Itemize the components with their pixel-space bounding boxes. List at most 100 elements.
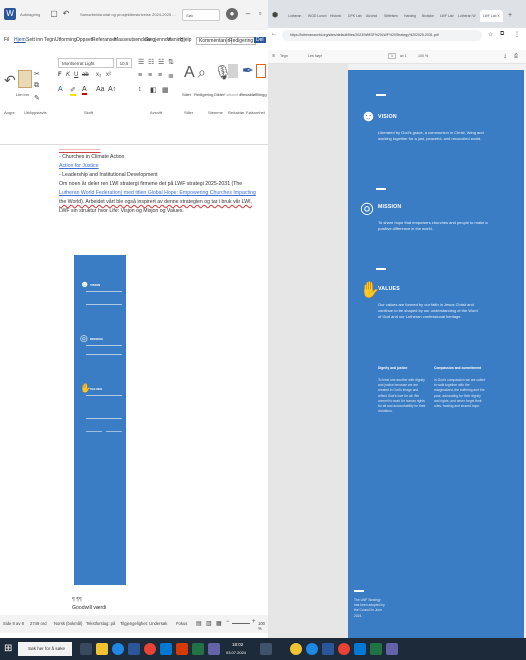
undo-icon[interactable]: ↶ [60, 8, 72, 20]
restore-icon[interactable]: ▫ [254, 8, 266, 20]
undo-ribbon-icon[interactable]: ↶ [4, 72, 16, 89]
italic-icon[interactable]: K [66, 72, 70, 78]
notification-icon[interactable] [260, 643, 272, 655]
start-icon[interactable]: ⊞ [4, 643, 16, 655]
accessibility-status[interactable]: Tilgjengelighet: Undersøk [120, 621, 167, 626]
search-input[interactable]: Søk [182, 9, 220, 21]
focus-button[interactable]: Fokus [176, 621, 187, 626]
browser-tab[interactable]: DPK Lab [348, 10, 362, 22]
extensions-icon[interactable]: ⧉ [500, 31, 504, 38]
highlight-icon[interactable]: ✐ [70, 86, 76, 96]
minimize-icon[interactable]: – [242, 8, 254, 20]
sort-icon[interactable]: ⇅ [168, 58, 174, 66]
bookmark-icon[interactable]: ☆ [488, 31, 493, 38]
chrome-icon[interactable] [144, 643, 156, 655]
cut-icon[interactable]: ✂ [34, 70, 40, 78]
multilevel-list-icon[interactable]: ☱ [158, 58, 164, 66]
align-left-icon[interactable]: ≡ [138, 72, 142, 79]
bullets-icon[interactable]: ☰ [138, 58, 144, 66]
pdf-contents-icon[interactable]: ☰ [272, 54, 275, 58]
browser-logo-icon[interactable]: ⬢ [272, 10, 278, 22]
sensitivity-icon[interactable] [228, 64, 238, 78]
language-status[interactable]: Norsk (bokmål) [54, 621, 82, 626]
pinned-app-icon[interactable] [370, 643, 382, 655]
styles-icon[interactable]: A [184, 64, 195, 82]
edge-icon[interactable] [112, 643, 124, 655]
zoom-slider[interactable] [232, 623, 250, 624]
browser-tab[interactable]: Stiftelsen [384, 10, 398, 22]
superscript-icon[interactable]: x² [106, 72, 111, 78]
bold-icon[interactable]: F [58, 72, 62, 78]
browser-tab[interactable]: Lutheran [288, 10, 301, 22]
addins-icon[interactable] [256, 64, 266, 78]
format-painter-icon[interactable]: ✎ [34, 94, 40, 102]
zoom-out-icon[interactable]: − [226, 619, 230, 625]
document-canvas[interactable]: ———————— - Churches in Climate Action Ac… [0, 145, 268, 611]
zoom-level[interactable]: 100 % [258, 621, 268, 631]
line-spacing-icon[interactable]: ↕ [138, 86, 142, 93]
embedded-strategy-image[interactable]: ☻ VISION ◎ MISSION ✋ VALUES [74, 255, 126, 585]
word-taskbar-icon[interactable] [128, 643, 140, 655]
share-button[interactable]: Del [254, 37, 266, 43]
task-view-icon[interactable] [80, 643, 92, 655]
pinned-app-icon[interactable] [338, 643, 350, 655]
pdf-print-icon[interactable]: ⎙ [514, 53, 518, 59]
editing-button[interactable]: Redigering [226, 37, 257, 45]
teams-icon[interactable] [208, 643, 220, 655]
doc-line[interactable]: Lutheran World Federation) med titlen Gl… [59, 190, 256, 196]
paste-icon[interactable] [18, 70, 32, 88]
browser-tab-active[interactable]: LWF Lab X [480, 10, 503, 22]
zoom-in-icon[interactable]: + [252, 619, 256, 625]
justify-icon[interactable]: ≣ [168, 72, 174, 80]
read-mode-icon[interactable]: ▤ [196, 620, 202, 627]
styles-label[interactable]: Stiler [182, 92, 191, 97]
font-size-select[interactable]: 10,5 [116, 58, 132, 68]
numbering-icon[interactable]: ☷ [148, 58, 154, 66]
borders-icon[interactable]: ▦ [162, 86, 169, 94]
pinned-app-icon[interactable] [354, 643, 366, 655]
menu-draw[interactable]: Tegn [44, 37, 55, 43]
powerpoint-icon[interactable] [176, 643, 188, 655]
file-explorer-icon[interactable] [96, 643, 108, 655]
address-bar[interactable]: https://lutheranworld.org/sites/default/… [282, 30, 482, 41]
web-layout-icon[interactable]: ▦ [216, 620, 222, 627]
strikethrough-icon[interactable]: ab [82, 72, 89, 78]
copy-icon[interactable]: ⧉ [34, 82, 39, 90]
word-count[interactable]: 2749 ord [30, 621, 47, 626]
new-tab-icon[interactable]: + [508, 10, 512, 22]
pdf-draw-button[interactable]: Tegn [280, 54, 288, 58]
menu-home[interactable]: Hjem [14, 37, 26, 43]
align-right-icon[interactable]: ≡ [158, 72, 162, 79]
pinned-app-icon[interactable] [322, 643, 334, 655]
menu-icon[interactable]: ⋮ [514, 31, 520, 38]
pinned-app-icon[interactable] [290, 643, 302, 655]
menu-design[interactable]: Utforming [55, 37, 77, 43]
shading-icon[interactable]: ◧ [150, 86, 157, 94]
doc-line[interactable]: Action for Justice [59, 163, 99, 169]
pinned-app-icon[interactable] [386, 643, 398, 655]
taskbar-search-input[interactable]: Søk her for å søke [18, 642, 72, 656]
menu-file[interactable]: Fil [4, 37, 9, 43]
grow-font-icon[interactable]: A↑ [108, 86, 116, 93]
back-icon[interactable]: ← [271, 31, 277, 37]
text-predictions-status[interactable]: Tekstforslag: på [86, 621, 115, 626]
editor-icon[interactable]: ✒ [242, 62, 254, 79]
paste-label[interactable]: Lim inn [16, 92, 29, 97]
browser-tab[interactable]: Lutheran W [458, 10, 476, 22]
browser-tab[interactable]: WOD Lunch [308, 10, 326, 22]
menu-insert[interactable]: Sett inn [26, 37, 43, 43]
addins-label[interactable]: Tillegg [255, 92, 267, 97]
pdf-save-icon[interactable]: ⤓ [504, 53, 506, 59]
pdf-read-aloud-button[interactable]: Les høyt [308, 54, 322, 58]
editor-label[interactable]: Redaktør [240, 92, 256, 97]
browser-tab[interactable]: LWF Lab [440, 10, 454, 22]
avatar[interactable]: ● [226, 8, 238, 20]
pdf-zoom-level[interactable]: 100 % [418, 54, 428, 58]
outlook-icon[interactable] [160, 643, 172, 655]
clock-time[interactable]: 18:02 [232, 642, 243, 647]
print-layout-icon[interactable]: ▥ [206, 620, 212, 627]
underline-icon[interactable]: U [74, 72, 78, 78]
autosave-label[interactable]: Autolagring [20, 9, 40, 21]
page-count[interactable]: Side 8 av 8 [3, 621, 24, 626]
menu-help[interactable]: Hjelp [180, 37, 191, 43]
